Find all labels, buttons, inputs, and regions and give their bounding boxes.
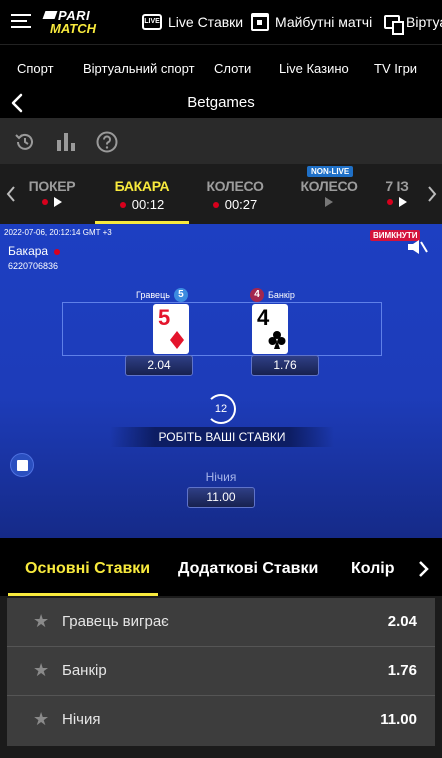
- tab-extra-bets[interactable]: Додаткові Ставки: [178, 560, 318, 578]
- card-board: [62, 302, 382, 356]
- tab-poker[interactable]: ПОКЕР: [6, 178, 98, 207]
- bet-odd[interactable]: 2.04: [388, 613, 417, 630]
- non-live-badge: NON-LIVE: [307, 166, 354, 177]
- nav-live-bets-label: Live Ставки: [168, 14, 244, 30]
- bet-name: Банкір: [62, 662, 107, 679]
- live-dot: [119, 201, 126, 208]
- game-view: 2022-07-06, 20:12:14 GMT +3 ВИМКНУТИ Бак…: [0, 224, 442, 538]
- star-icon[interactable]: ★: [33, 710, 49, 728]
- play-icon: [399, 197, 407, 207]
- nav-live-bets[interactable]: LIVE Live Ставки: [142, 11, 243, 33]
- tab-poker-label: ПОКЕР: [28, 178, 76, 194]
- logo-text-bottom: MATCH: [50, 21, 96, 36]
- player-card-rank: 5: [158, 305, 171, 330]
- bet-row[interactable]: ★ Банкір 1.76: [7, 647, 435, 696]
- live-dot: [387, 199, 393, 205]
- bet-odd[interactable]: 1.76: [388, 662, 417, 679]
- nav-upcoming-label: Майбутні матчі: [275, 14, 373, 30]
- star-icon[interactable]: ★: [33, 612, 49, 630]
- tabs-next-icon[interactable]: [425, 184, 439, 204]
- tab-baccarat[interactable]: БАКАРА 00:12: [96, 178, 188, 212]
- tab-7of42[interactable]: 7 ІЗ: [362, 178, 432, 207]
- stats-icon[interactable]: [54, 130, 78, 154]
- section-nav: Спорт Віртуальний спорт Слоти Live Казин…: [0, 44, 442, 88]
- subnav-tv-games[interactable]: TV Ігри: [374, 61, 417, 76]
- game-round-id: 6220706836: [8, 261, 59, 271]
- live-icon: LIVE: [142, 14, 162, 30]
- history-icon[interactable]: [13, 130, 37, 154]
- game-title-text: Бакара: [8, 244, 49, 258]
- bet-tabs-next-icon[interactable]: [416, 560, 430, 578]
- live-dot: [54, 249, 61, 255]
- subnav-slots[interactable]: Слоти: [214, 61, 251, 76]
- subnav-sport[interactable]: Спорт: [17, 61, 54, 76]
- top-header: PARI MATCH LIVE Live Ставки Майбутні мат…: [0, 0, 442, 44]
- nav-virtual[interactable]: Віртуа: [384, 11, 442, 35]
- game-tabs: ПОКЕР БАКАРА 00:12 КОЛЕСО 00:27 NON-LIVE…: [0, 164, 442, 224]
- tie-odd-button[interactable]: 11.00: [187, 487, 255, 508]
- star-icon[interactable]: ★: [33, 661, 49, 679]
- club-icon: [268, 331, 286, 349]
- player-label: Гравець 5: [136, 288, 188, 302]
- player-score: 5: [173, 288, 188, 302]
- active-bet-tab-indicator: [8, 593, 158, 596]
- banker-odd-button[interactable]: 1.76: [251, 355, 319, 376]
- tab-baccarat-label: БАКАРА: [114, 178, 170, 194]
- player-card: 5: [153, 304, 189, 354]
- tab-wheel-label: КОЛЕСО: [206, 178, 264, 194]
- tab-baccarat-time: 00:12: [131, 197, 165, 212]
- speaker-muted-icon[interactable]: [406, 238, 428, 256]
- live-dot: [42, 199, 48, 205]
- play-icon: [325, 197, 333, 207]
- play-icon: [54, 197, 62, 207]
- tab-main-bets[interactable]: Основні Ставки: [25, 560, 150, 578]
- nav-upcoming[interactable]: Майбутні матчі: [251, 11, 372, 33]
- tab-wheel-time: 00:27: [224, 197, 258, 212]
- game-tools: [0, 118, 442, 164]
- bet-market-tabs: Основні Ставки Додаткові Ставки Колір: [0, 538, 442, 596]
- menu-icon[interactable]: [11, 14, 31, 28]
- calendar-icon: [251, 13, 269, 31]
- banker-label-text: Банкір: [268, 290, 295, 300]
- subnav-virtual-sport[interactable]: Віртуальний спорт: [83, 61, 195, 76]
- place-bets-banner: РОБІТЬ ВАШІ СТАВКИ: [110, 427, 334, 447]
- player-odd-button[interactable]: 2.04: [125, 355, 193, 376]
- bet-name: Нічия: [62, 711, 101, 728]
- logo[interactable]: PARI MATCH: [42, 8, 118, 38]
- tab-color[interactable]: Колір: [351, 560, 395, 578]
- live-dot: [212, 201, 219, 208]
- subnav-live-casino[interactable]: Live Казино: [279, 61, 349, 76]
- banker-card: 4: [252, 304, 288, 354]
- nav-virtual-label: Віртуа: [406, 14, 442, 30]
- banker-card-rank: 4: [257, 305, 270, 330]
- tab-7of42-label: 7 ІЗ: [385, 178, 409, 194]
- bet-odd[interactable]: 11.00: [380, 711, 417, 728]
- virtual-icon: [384, 15, 404, 35]
- banker-label: 4 Банкір: [250, 288, 295, 302]
- bet-list: ★ Гравець виграє 2.04 ★ Банкір 1.76 ★ Ні…: [7, 598, 435, 746]
- round-timer: 12: [206, 394, 236, 424]
- help-icon[interactable]: [95, 130, 119, 154]
- banker-score: 4: [250, 288, 264, 302]
- game-timestamp: 2022-07-06, 20:12:14 GMT +3: [4, 228, 112, 237]
- player-label-text: Гравець: [136, 290, 170, 300]
- bet-row[interactable]: ★ Гравець виграє 2.04: [7, 598, 435, 647]
- bet-name: Гравець виграє: [62, 613, 169, 630]
- game-title: Бакара: [8, 244, 61, 258]
- page-footer-space: [0, 746, 442, 758]
- page-title: Betgames: [187, 94, 255, 111]
- title-bar: Betgames: [0, 88, 442, 118]
- bet-row[interactable]: ★ Нічия 11.00: [7, 696, 435, 745]
- diamond-icon: [170, 331, 184, 349]
- tab-wheel[interactable]: КОЛЕСО 00:27: [189, 178, 281, 212]
- tie-label: Нічия: [205, 470, 237, 484]
